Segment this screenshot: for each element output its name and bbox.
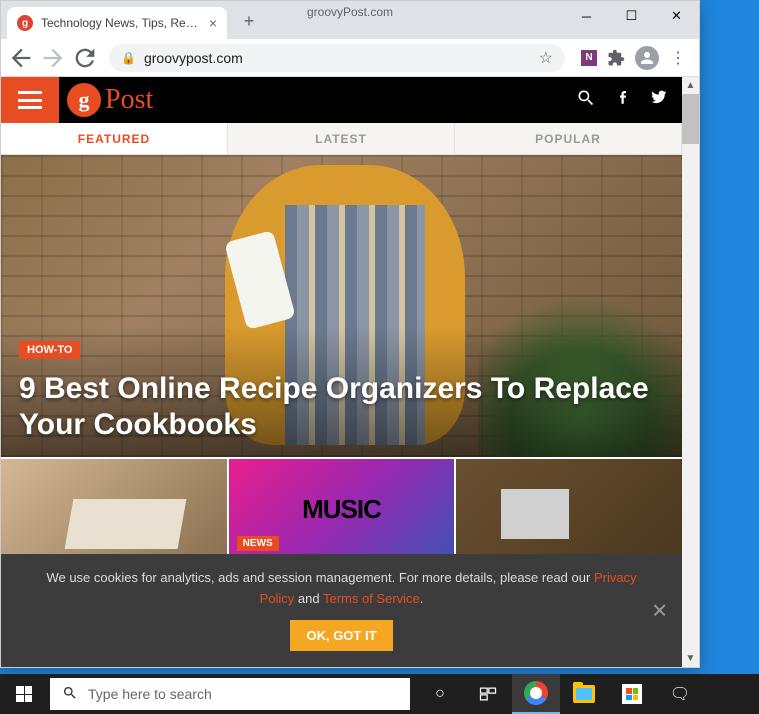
profile-avatar-icon[interactable] xyxy=(635,46,659,70)
windows-logo-icon xyxy=(16,686,32,702)
explorer-taskbar-button[interactable] xyxy=(560,674,608,714)
cortana-button[interactable]: ○ xyxy=(416,674,464,714)
content-tabs: FEATURED LATEST POPULAR xyxy=(1,123,682,155)
hamburger-menu-button[interactable] xyxy=(1,77,59,123)
tab-popular[interactable]: POPULAR xyxy=(455,123,682,154)
new-tab-button[interactable]: + xyxy=(235,7,263,35)
url-text: groovypost.com xyxy=(144,50,531,66)
browser-toolbar: 🔒 groovypost.com ☆ N ⋮ xyxy=(1,39,699,77)
extensions-icon[interactable] xyxy=(607,49,625,67)
article-thumb[interactable] xyxy=(1,459,227,559)
scroll-thumb[interactable] xyxy=(682,94,699,144)
hamburger-icon xyxy=(18,91,42,109)
file-explorer-icon xyxy=(573,685,595,703)
browser-window: g Technology News, Tips, Reviews, × + gr… xyxy=(0,0,700,668)
search-icon[interactable] xyxy=(576,88,596,113)
article-thumb[interactable]: MUSIC NEWS xyxy=(229,459,455,559)
store-taskbar-button[interactable] xyxy=(608,674,656,714)
thumb-graphic-text: MUSIC xyxy=(302,494,381,525)
scrollbar[interactable]: ▲ ▼ xyxy=(682,77,699,667)
minimize-button[interactable]: ─ xyxy=(564,1,609,31)
category-tag[interactable]: NEWS xyxy=(237,536,279,551)
chrome-taskbar-button[interactable] xyxy=(512,674,560,714)
hero-article[interactable]: HOW-TO 9 Best Online Recipe Organizers T… xyxy=(1,155,682,457)
chrome-menu-icon[interactable]: ⋮ xyxy=(669,49,687,67)
category-tag[interactable]: HOW-TO xyxy=(19,341,80,359)
onenote-extension-icon[interactable]: N xyxy=(581,50,597,66)
facebook-icon[interactable] xyxy=(614,88,632,113)
lock-icon: 🔒 xyxy=(121,51,136,65)
cookie-banner: We use cookies for analytics, ads and se… xyxy=(1,554,682,667)
back-button[interactable] xyxy=(7,44,35,72)
taskbar-search[interactable]: Type here to search xyxy=(50,678,410,710)
task-view-button[interactable] xyxy=(464,674,512,714)
cookie-close-icon[interactable]: ✕ xyxy=(651,598,668,623)
titlebar: g Technology News, Tips, Reviews, × + gr… xyxy=(1,1,699,39)
app-taskbar-button[interactable]: 🗨 xyxy=(656,674,704,714)
logo-mark-icon: g xyxy=(67,83,101,117)
reload-button[interactable] xyxy=(71,44,99,72)
cookie-message: We use cookies for analytics, ads and se… xyxy=(41,568,642,610)
secondary-articles: MUSIC NEWS xyxy=(1,459,682,559)
overlay-hint: groovyPost.com xyxy=(307,5,393,19)
twitter-icon[interactable] xyxy=(650,88,668,113)
article-thumb[interactable] xyxy=(456,459,682,559)
address-bar[interactable]: 🔒 groovypost.com ☆ xyxy=(109,44,565,72)
favicon-icon: g xyxy=(17,15,33,31)
terms-link[interactable]: Terms of Service xyxy=(323,591,420,606)
bookmark-star-icon[interactable]: ☆ xyxy=(539,48,553,68)
forward-button[interactable] xyxy=(39,44,67,72)
site-header: g Post xyxy=(1,77,682,123)
search-placeholder: Type here to search xyxy=(88,686,212,702)
cookie-accept-button[interactable]: OK, GOT IT xyxy=(290,620,392,651)
logo-text: Post xyxy=(105,84,153,116)
tab-title: Technology News, Tips, Reviews, xyxy=(41,16,201,30)
scroll-up-icon[interactable]: ▲ xyxy=(682,77,699,94)
site-logo[interactable]: g Post xyxy=(67,83,153,117)
windows-taskbar: Type here to search ○ 🗨 xyxy=(0,674,759,714)
scroll-down-icon[interactable]: ▼ xyxy=(682,650,699,667)
start-button[interactable] xyxy=(0,674,48,714)
viewport: g Post FEATURED LATEST POPULAR xyxy=(1,77,699,667)
search-icon xyxy=(62,685,78,704)
tab-close-icon[interactable]: × xyxy=(209,15,217,31)
browser-tab[interactable]: g Technology News, Tips, Reviews, × xyxy=(7,7,227,39)
maximize-button[interactable]: ☐ xyxy=(609,1,654,31)
microsoft-store-icon xyxy=(622,684,642,704)
tab-featured[interactable]: FEATURED xyxy=(1,123,228,154)
close-window-button[interactable]: ✕ xyxy=(654,1,699,31)
tab-latest[interactable]: LATEST xyxy=(228,123,455,154)
chrome-icon xyxy=(524,681,548,705)
hero-title: 9 Best Online Recipe Organizers To Repla… xyxy=(19,371,664,443)
